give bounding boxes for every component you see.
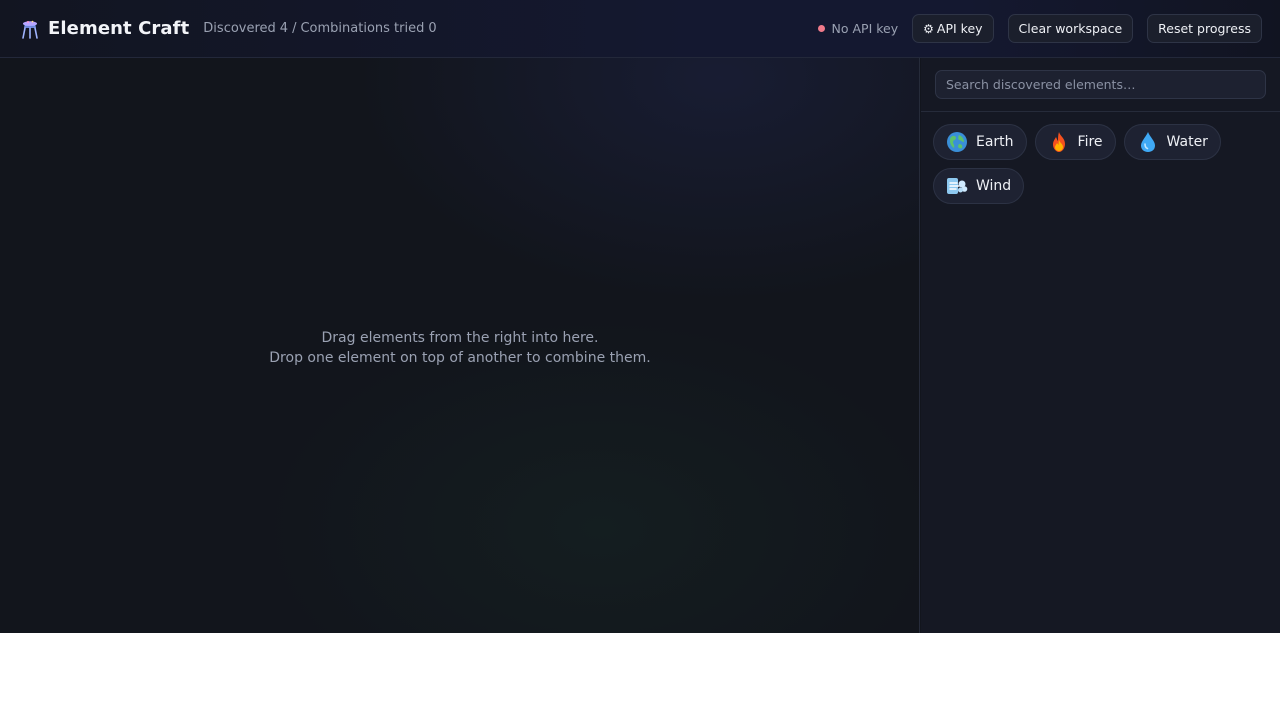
status-dot-icon bbox=[817, 25, 825, 32]
workspace-hint: Drag elements from the right into here. … bbox=[0, 328, 920, 368]
element-label: Water bbox=[1166, 134, 1208, 150]
tried-label: Combinations tried bbox=[300, 21, 425, 36]
app-title: Element Craft bbox=[48, 18, 190, 39]
clear-workspace-button[interactable]: Clear workspace bbox=[1007, 14, 1134, 43]
element-chip-wind[interactable]: Wind bbox=[933, 168, 1025, 204]
app-root: Element Craft Discovered 4 / Combination… bbox=[0, 0, 1280, 633]
element-chip-water[interactable]: Water bbox=[1123, 124, 1221, 160]
gear-icon: ⚙ bbox=[923, 21, 934, 36]
top-bar: Element Craft Discovered 4 / Combination… bbox=[0, 0, 1280, 58]
api-key-button[interactable]: ⚙ API key bbox=[912, 14, 994, 43]
element-label: Wind bbox=[976, 178, 1012, 194]
search-input[interactable] bbox=[935, 70, 1266, 99]
element-list: Earth Fire Water Wind bbox=[921, 112, 1280, 216]
fire-icon bbox=[1048, 131, 1070, 153]
api-status: No API key bbox=[817, 21, 899, 36]
stats-separator: / bbox=[292, 21, 297, 36]
hint-line-1: Drag elements from the right into here. bbox=[321, 330, 599, 346]
hint-line-2: Drop one element on top of another to co… bbox=[269, 350, 651, 366]
water-drop-icon bbox=[1137, 131, 1159, 153]
element-label: Earth bbox=[976, 134, 1014, 150]
api-status-text: No API key bbox=[831, 21, 899, 36]
earth-globe-icon bbox=[946, 131, 968, 153]
elements-sidebar: Earth Fire Water bbox=[921, 58, 1280, 633]
element-chip-fire[interactable]: Fire bbox=[1034, 124, 1116, 160]
discovered-count: 4 bbox=[279, 21, 289, 36]
header-actions: No API key ⚙ API key Clear workspace Res… bbox=[817, 14, 1262, 43]
search-bar bbox=[921, 58, 1280, 112]
api-key-button-label: API key bbox=[936, 21, 983, 36]
reset-progress-button[interactable]: Reset progress bbox=[1147, 14, 1262, 43]
element-chip-earth[interactable]: Earth bbox=[933, 124, 1027, 160]
workspace-canvas[interactable]: Drag elements from the right into here. … bbox=[0, 58, 920, 633]
tried-count: 0 bbox=[428, 21, 437, 36]
progress-stats: Discovered 4 / Combinations tried 0 bbox=[203, 21, 436, 36]
discovered-label: Discovered bbox=[203, 21, 276, 36]
element-label: Fire bbox=[1077, 134, 1103, 150]
wind-icon bbox=[946, 175, 968, 197]
flask-logo-icon bbox=[20, 18, 40, 40]
